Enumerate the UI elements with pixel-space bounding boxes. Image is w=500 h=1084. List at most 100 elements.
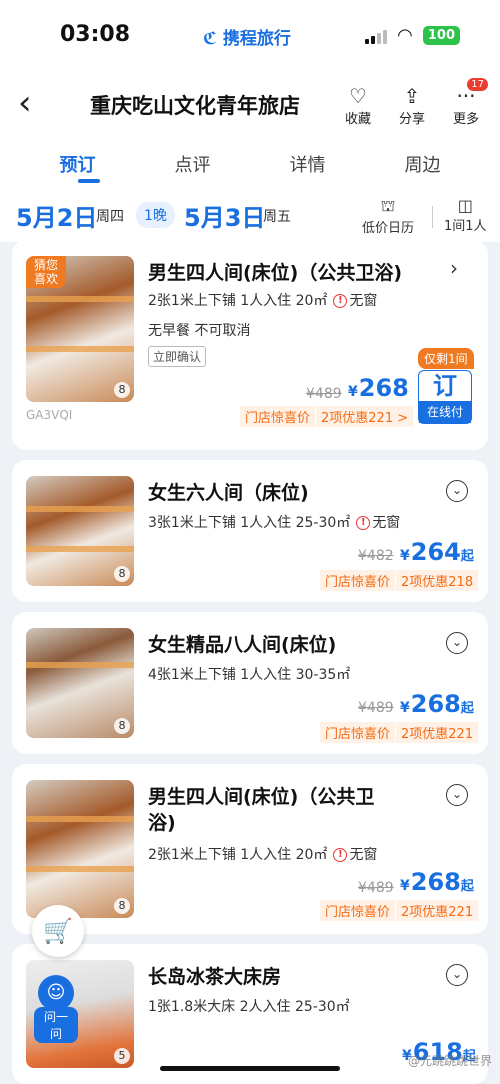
chevron-right-icon[interactable]: › bbox=[450, 256, 458, 280]
no-window-icon: ! bbox=[356, 516, 371, 530]
discount-label[interactable]: 2项优惠221 bbox=[396, 722, 479, 743]
promo-label: 门店惊喜价 bbox=[320, 722, 396, 743]
book-label: 订 bbox=[433, 372, 457, 400]
photo-count: 8 bbox=[114, 718, 130, 734]
rooms-guests-button[interactable]: ◫ 1间1人 bbox=[444, 196, 487, 234]
book-button[interactable]: 订 在线付 bbox=[418, 370, 472, 424]
room-spec-text: 2张1米上下铺 1人入住 20㎡ bbox=[148, 293, 328, 309]
room-spec: 4张1米上下铺 1人入住 30-35㎡ bbox=[148, 667, 351, 683]
rooms-guests-label: 1间1人 bbox=[444, 219, 487, 234]
checkout-week: 周五 bbox=[263, 209, 291, 225]
photo-count: 8 bbox=[114, 382, 130, 398]
hotel-title: 重庆吃山文化青年旅店 bbox=[90, 94, 300, 118]
chevron-down-icon[interactable]: ⌄ bbox=[446, 784, 468, 806]
room-card[interactable]: 8 女生精品八人间(床位) ⌄ 4张1米上下铺 1人入住 30-35㎡ ¥489… bbox=[12, 612, 488, 754]
checkout-date: 5月3日 bbox=[184, 204, 266, 232]
chevron-down-icon[interactable]: ⌄ bbox=[446, 480, 468, 502]
robot-icon: ☺ bbox=[38, 975, 74, 1011]
original-price: ¥482 bbox=[358, 548, 394, 564]
signal-icon bbox=[365, 28, 388, 44]
ask-label: 问一问 bbox=[34, 1007, 78, 1043]
more-button[interactable]: ··· 更多 17 bbox=[446, 78, 488, 127]
status-icons: ◠ 100 bbox=[365, 25, 460, 46]
original-price: ¥489 bbox=[358, 880, 394, 896]
tab-book[interactable]: 预订 bbox=[60, 151, 100, 183]
room-spec: 3张1米上下铺 1人入住 25-30㎡! 无窗 bbox=[148, 512, 400, 532]
pay-online-label: 在线付 bbox=[419, 401, 471, 423]
tab-bar: 预订 点评 详情 周边 bbox=[0, 142, 500, 192]
back-button[interactable]: ‹ bbox=[18, 86, 48, 120]
price: ¥268起 bbox=[400, 690, 474, 718]
no-window-icon: ! bbox=[333, 294, 348, 308]
room-spec: 2张1米上下铺 1人入住 20㎡! 无窗 bbox=[148, 844, 377, 864]
chevron-down-icon[interactable]: ⌄ bbox=[446, 632, 468, 654]
room-name: 女生六人间（床位) bbox=[148, 482, 309, 504]
discount-label[interactable]: 2项优惠221 bbox=[396, 900, 479, 921]
window-text: 无窗 bbox=[349, 293, 378, 309]
share-label: 分享 bbox=[398, 112, 425, 127]
cart-icon: 🛒 bbox=[43, 917, 73, 945]
photo-count: 8 bbox=[114, 566, 130, 582]
divider bbox=[432, 206, 433, 228]
more-label: 更多 bbox=[452, 112, 479, 127]
calendar-chart-icon: ⛫ bbox=[380, 196, 396, 215]
favorite-label: 收藏 bbox=[344, 112, 371, 127]
room-card[interactable]: 8 女生六人间（床位) ⌄ 3张1米上下铺 1人入住 25-30㎡! 无窗 ¥48… bbox=[12, 460, 488, 602]
tab-nearby[interactable]: 周边 bbox=[405, 151, 441, 183]
promo-label: 门店惊喜价 bbox=[320, 900, 396, 921]
wifi-icon: ◠ bbox=[397, 25, 413, 46]
price: ¥268起 bbox=[400, 868, 474, 896]
discount-label[interactable]: 2项优惠221 > bbox=[316, 406, 414, 427]
window-text: 无窗 bbox=[349, 847, 378, 863]
price: ¥264起 bbox=[400, 538, 474, 566]
checkin-week: 周四 bbox=[96, 209, 124, 225]
room-name-line1: 男生四人间(床位)（公共卫 bbox=[148, 786, 375, 808]
room-card[interactable]: 猜您喜欢 8 GA3VQI 男生四人间(床位)（公共卫浴) › 2张1米上下铺 … bbox=[12, 240, 488, 450]
low-price-calendar-button[interactable]: ⛫ 低价日历 bbox=[362, 196, 414, 236]
tab-details[interactable]: 详情 bbox=[290, 151, 326, 183]
room-photo[interactable]: 8 bbox=[26, 780, 134, 918]
heart-plus-icon: ♡ bbox=[349, 84, 367, 108]
promo-label: 门店惊喜价 bbox=[240, 406, 316, 427]
room-photo[interactable]: 猜您喜欢 8 bbox=[26, 256, 134, 402]
tab-reviews[interactable]: 点评 bbox=[175, 151, 211, 183]
share-button[interactable]: ⇪ 分享 bbox=[392, 84, 432, 127]
rooms-left-badge: 仅剩1间 bbox=[418, 348, 474, 369]
no-window-icon: ! bbox=[333, 848, 348, 862]
room-spec-text: 2张1米上下铺 1人入住 20㎡ bbox=[148, 847, 328, 863]
cart-button[interactable]: 🛒 bbox=[32, 905, 84, 957]
more-badge: 17 bbox=[467, 78, 488, 91]
room-card[interactable]: 8 男生四人间(床位)（公共卫 浴) ⌄ 2张1米上下铺 1人入住 20㎡! 无窗… bbox=[12, 764, 488, 934]
room-photo[interactable]: 8 bbox=[26, 628, 134, 738]
original-price: ¥489 bbox=[358, 700, 394, 716]
room-name: 男生四人间(床位)（公共卫浴) bbox=[148, 262, 403, 284]
calendar-label: 低价日历 bbox=[362, 221, 415, 236]
original-price: ¥489 bbox=[306, 386, 342, 402]
room-code: GA3VQI bbox=[26, 408, 73, 422]
home-indicator bbox=[160, 1066, 340, 1071]
discount-label[interactable]: 2项优惠218 bbox=[396, 570, 479, 591]
chevron-down-icon[interactable]: ⌄ bbox=[446, 964, 468, 986]
room-spec: 1张1.8米大床 2人入住 25-30㎡ bbox=[148, 999, 350, 1015]
room-name: 女生精品八人间(床位) bbox=[148, 634, 337, 656]
checkin-date: 5月2日 bbox=[16, 204, 98, 232]
status-time: 03:08 bbox=[60, 22, 131, 47]
watermark: @元跳跳跳世界 bbox=[407, 1054, 492, 1068]
app-logo: ℭ 携程旅行 bbox=[203, 24, 291, 49]
room-spec: 2张1米上下铺 1人入住 20㎡! 无窗 bbox=[148, 290, 377, 310]
window-text: 无窗 bbox=[372, 515, 401, 531]
nav-bar: ‹ 重庆吃山文化青年旅店 ♡ 收藏 ⇪ 分享 ··· 更多 17 bbox=[0, 70, 500, 142]
recommend-tag: 猜您喜欢 bbox=[26, 256, 66, 288]
room-name-line2: 浴) bbox=[148, 812, 176, 834]
nights-badge: 1晚 bbox=[136, 202, 175, 228]
instant-confirm-tag: 立即确认 bbox=[148, 346, 207, 367]
price: ¥268 bbox=[348, 374, 409, 402]
app-logo-text: 携程旅行 bbox=[222, 29, 291, 49]
favorite-button[interactable]: ♡ 收藏 bbox=[338, 84, 378, 127]
room-photo[interactable]: 8 bbox=[26, 476, 134, 586]
photo-count: 8 bbox=[114, 898, 130, 914]
header-area: 03:08 ℭ 携程旅行 ◠ 100 ‹ 重庆吃山文化青年旅店 ♡ 收藏 ⇪ 分… bbox=[0, 0, 500, 242]
ask-assistant-button[interactable]: ☺ 问一问 bbox=[34, 975, 78, 1043]
share-icon: ⇪ bbox=[403, 84, 421, 108]
room-name: 长岛冰茶大床房 bbox=[148, 966, 282, 988]
